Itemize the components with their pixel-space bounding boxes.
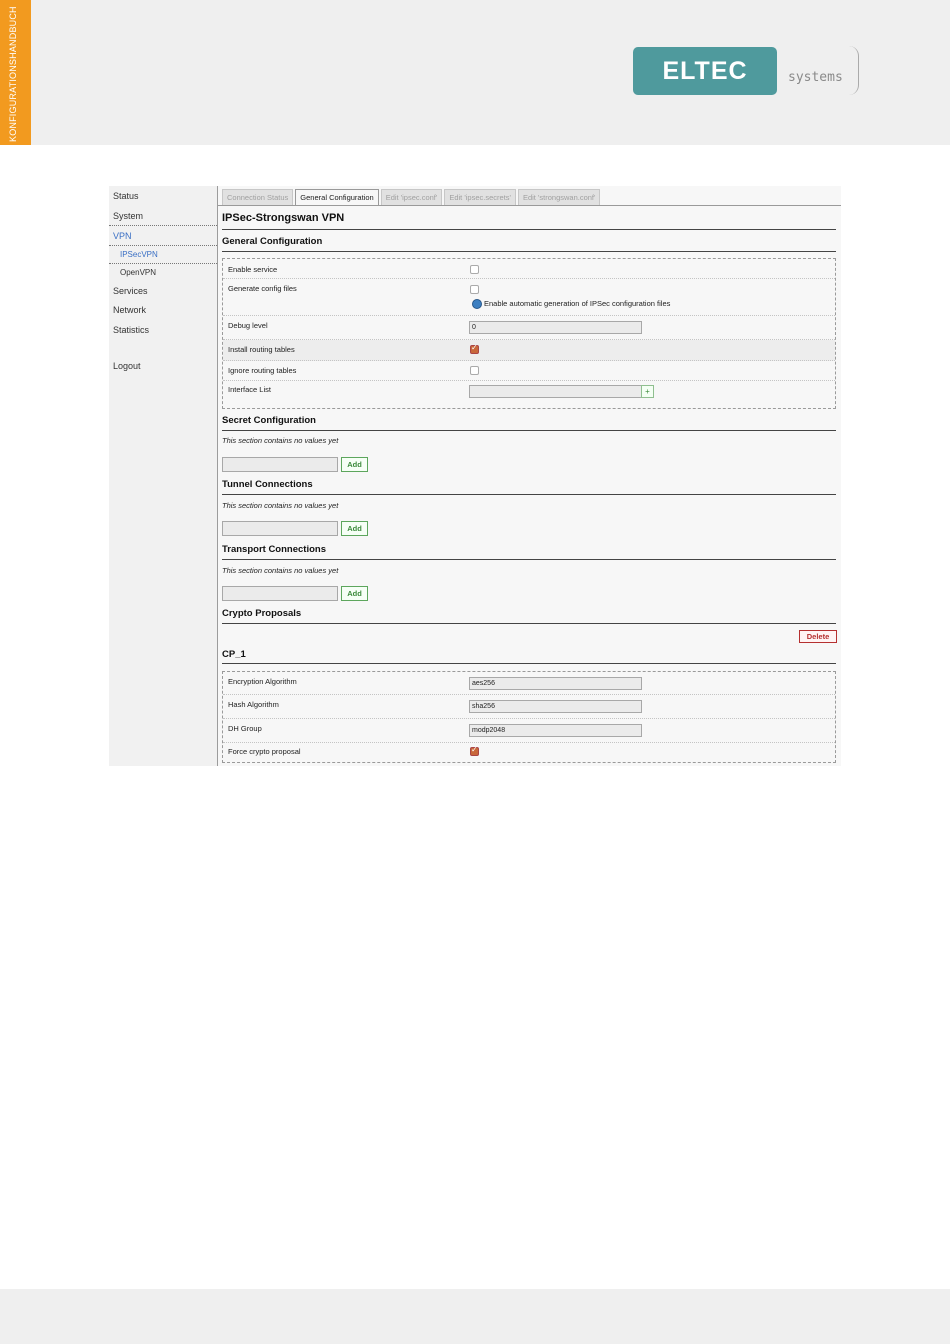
sidebar-item-statistics[interactable]: Statistics [113,325,149,335]
install-routing-label: Install routing tables [228,345,295,354]
generate-config-hint: Enable automatic generation of IPSec con… [484,299,671,308]
interface-add-button[interactable]: + [641,385,654,398]
document-footer [0,1289,950,1344]
transport-section-title: Transport Connections [222,544,326,555]
debug-level-row: Debug level 0 [223,316,835,340]
transport-name-input[interactable] [222,586,338,601]
info-icon [472,299,482,309]
section-divider [222,559,836,560]
section-divider [222,623,836,624]
sidebar-item-vpn[interactable]: VPN [113,231,132,241]
section-divider [222,494,836,495]
transport-add-button[interactable]: Add [341,586,368,601]
install-routing-checkbox[interactable] [470,343,479,354]
tunnel-name-input[interactable] [222,521,338,536]
transport-empty-note: This section contains no values yet [222,566,339,575]
dh-group-row: DH Group modp2048 [223,719,835,743]
generate-config-label: Generate config files [228,284,297,293]
enable-service-row: Enable service [223,259,835,279]
generate-config-row: Generate config files Enable automatic g… [223,279,835,316]
encryption-label: Encryption Algorithm [228,677,297,686]
dh-group-label: DH Group [228,724,262,733]
manual-side-tab: KONFIGURATIONSHANDBUCH [0,0,31,145]
delete-button[interactable]: Delete [799,630,837,643]
generate-config-checkbox[interactable] [470,285,479,294]
secret-empty-note: This section contains no values yet [222,436,339,445]
section-divider [222,251,836,252]
tab-general-configuration[interactable]: General Configuration [295,189,379,206]
sidebar-item-system[interactable]: System [113,211,143,221]
tunnel-section-title: Tunnel Connections [222,479,313,490]
secret-name-input[interactable] [222,457,338,472]
tunnel-empty-note: This section contains no values yet [222,501,339,510]
install-routing-row: Install routing tables [223,340,835,361]
interface-list-input[interactable] [469,385,642,398]
sidebar-item-logout[interactable]: Logout [113,361,141,371]
tab-edit-strongswan-conf[interactable]: Edit 'strongswan.conf' [517,189,601,206]
force-proposal-row: Force crypto proposal [223,743,835,761]
sidebar-item-services[interactable]: Services [113,286,148,296]
hash-input[interactable]: sha256 [469,700,642,713]
secret-section-title: Secret Configuration [222,415,316,426]
encryption-row: Encryption Algorithm aes256 [223,672,835,695]
ignore-routing-row: Ignore routing tables [223,361,835,381]
page-title: IPSec-Strongswan VPN [222,212,345,224]
sidebar-item-status[interactable]: Status [113,191,139,201]
nav-divider [109,245,217,246]
hash-label: Hash Algorithm [228,700,279,709]
section-divider [222,663,836,664]
interface-list-label: Interface List [228,385,271,394]
debug-level-label: Debug level [228,321,268,330]
logo-bracket [845,46,859,95]
tunnel-add-button[interactable]: Add [341,521,368,536]
section-divider [222,430,836,431]
sidebar-item-ipsecvpn[interactable]: IPSecVPN [120,250,158,259]
tab-edit-ipsec-secrets[interactable]: Edit 'ipsec.secrets' [444,189,516,206]
manual-side-tab-text: KONFIGURATIONSHANDBUCH [8,6,18,142]
tab-bar-divider [218,205,841,206]
proposal-title: CP_1 [222,649,246,660]
sidebar-item-openvpn[interactable]: OpenVPN [120,268,156,277]
tab-edit-ipsec-conf[interactable]: Edit 'ipsec.conf' [380,189,443,206]
tab-bar: Connection Status General Configuration … [222,189,601,206]
force-proposal-label: Force crypto proposal [228,747,301,756]
dh-group-input[interactable]: modp2048 [469,724,642,737]
nav-divider [109,263,217,264]
general-settings-fieldset: Enable service Generate config files Ena… [222,258,836,409]
eltec-logo: ELTEC [633,47,777,95]
ignore-routing-label: Ignore routing tables [228,366,297,375]
enable-service-checkbox[interactable] [470,265,479,274]
interface-list-row: Interface List + [223,381,835,407]
main-content: Connection Status General Configuration … [218,186,841,766]
general-section-title: General Configuration [222,236,323,247]
hash-row: Hash Algorithm sha256 [223,695,835,719]
tab-connection-status[interactable]: Connection Status [222,189,294,206]
secret-add-button[interactable]: Add [341,457,368,472]
sidebar-nav: Status System VPN IPSecVPN OpenVPN Servi… [109,186,218,766]
force-proposal-checkbox[interactable] [470,745,479,756]
nav-divider [109,225,217,226]
debug-level-input[interactable]: 0 [469,321,642,334]
title-divider [222,229,836,230]
crypto-proposal-fieldset: Encryption Algorithm aes256 Hash Algorit… [222,671,836,763]
enable-service-label: Enable service [228,265,278,274]
encryption-input[interactable]: aes256 [469,677,642,690]
ignore-routing-checkbox[interactable] [470,366,479,375]
router-web-ui: Status System VPN IPSecVPN OpenVPN Servi… [109,186,841,766]
crypto-section-title: Crypto Proposals [222,608,302,619]
sidebar-item-network[interactable]: Network [113,305,146,315]
eltec-logo-subtitle: systems [788,70,843,85]
